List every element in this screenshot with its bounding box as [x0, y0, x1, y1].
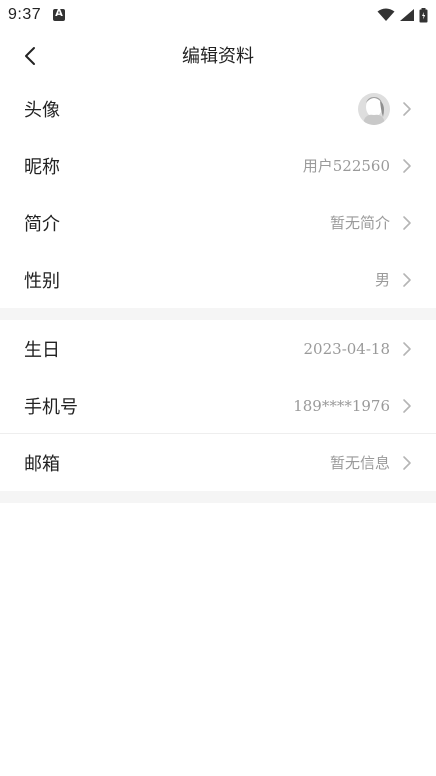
contact-section: 生日 2023-04-18 手机号 189****1976 邮箱 暂无信息	[0, 320, 436, 491]
gender-label: 性别	[24, 270, 60, 292]
phone-value: 189****1976	[293, 396, 390, 415]
status-right	[377, 7, 428, 23]
nickname-row[interactable]: 昵称 用户522560	[0, 137, 436, 194]
phone-right: 189****1976	[293, 397, 412, 415]
avatar-label: 头像	[24, 99, 60, 121]
status-bar: 9:37	[0, 0, 436, 30]
avatar-placeholder-icon	[358, 92, 390, 125]
status-time: 9:37	[8, 6, 42, 23]
chevron-right-icon	[402, 215, 412, 231]
chevron-right-icon	[402, 101, 412, 117]
wifi-icon	[377, 8, 395, 22]
nickname-value: 用户522560	[302, 157, 390, 175]
birthday-value: 2023-04-18	[303, 339, 390, 358]
intro-value: 暂无简介	[329, 214, 390, 232]
birthday-label: 生日	[24, 339, 60, 361]
page-title: 编辑资料	[182, 46, 254, 67]
nickname-right: 用户522560	[303, 155, 412, 176]
intro-right: 暂无简介	[330, 212, 412, 233]
email-right: 暂无信息	[330, 452, 412, 473]
chevron-right-icon	[402, 272, 412, 288]
chevron-right-icon	[402, 341, 412, 357]
chevron-right-icon	[402, 398, 412, 414]
top-bar: 编辑资料	[0, 30, 436, 82]
phone-row[interactable]: 手机号 189****1976	[0, 377, 436, 434]
phone-label: 手机号	[24, 396, 78, 418]
section-divider	[0, 308, 436, 320]
avatar-row[interactable]: 头像	[0, 80, 436, 137]
birthday-row[interactable]: 生日 2023-04-18	[0, 320, 436, 377]
email-value: 暂无信息	[329, 454, 390, 472]
avatar-right	[358, 92, 412, 125]
email-row[interactable]: 邮箱 暂无信息	[0, 434, 436, 491]
avatar[interactable]	[358, 92, 390, 125]
notification-icon	[53, 8, 66, 21]
profile-section: 头像 昵称 用户522560 简介 暂无简介 性别 男	[0, 80, 436, 308]
birthday-right: 2023-04-18	[304, 340, 412, 358]
gender-right: 男	[375, 269, 412, 290]
intro-label: 简介	[24, 213, 60, 235]
email-label: 邮箱	[24, 453, 60, 475]
signal-icon	[399, 8, 415, 22]
bottom-divider	[0, 491, 436, 503]
battery-icon	[419, 7, 428, 23]
gender-row[interactable]: 性别 男	[0, 251, 436, 308]
intro-row[interactable]: 简介 暂无简介	[0, 194, 436, 251]
chevron-right-icon	[402, 158, 412, 174]
gender-value: 男	[374, 271, 390, 289]
chevron-right-icon	[402, 455, 412, 471]
nickname-label: 昵称	[24, 156, 60, 178]
status-left: 9:37	[8, 6, 66, 24]
